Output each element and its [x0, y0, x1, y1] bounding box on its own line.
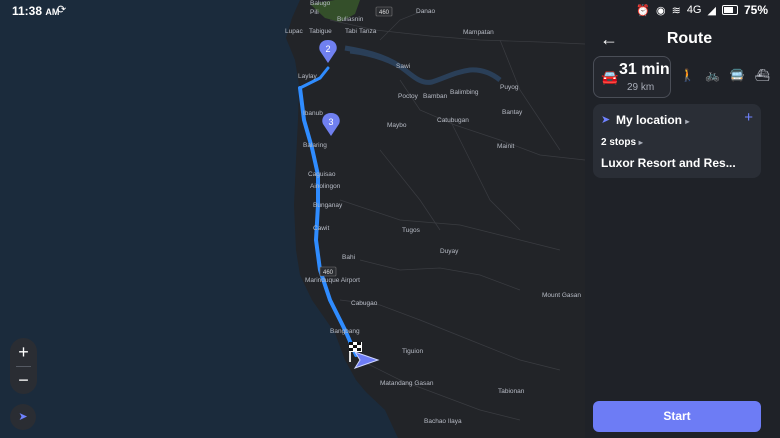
zoom-out-button[interactable]: − [10, 368, 37, 392]
battery-percent: 75% [743, 3, 768, 17]
map-place-label: Bamban [423, 93, 448, 100]
waypoint-2-label: 2 [325, 44, 330, 54]
network-type: 4G [686, 4, 702, 16]
route-panel: ← Route 🚘 31 min 29 km 🚶 🚲 🚍 ⛴ ➤ My loca… [585, 0, 780, 438]
map-place-label: Ainolingon [310, 183, 341, 190]
battery-icon [721, 5, 738, 15]
walk-icon[interactable]: 🚶 [680, 68, 695, 82]
map-place-label: Balaring [303, 142, 327, 149]
status-time: 11:38 AM [12, 4, 60, 18]
origin-field[interactable]: My location ▸ [616, 113, 689, 127]
zoom-control: + − [10, 338, 37, 394]
map-place-label: Mount Gasan [542, 292, 581, 299]
map-place-label: Catubugan [437, 117, 469, 124]
ferry-icon[interactable]: ⛴ [755, 68, 770, 82]
map-place-label: Mainit [497, 143, 515, 150]
map-place-label: Bachao Ilaya [424, 418, 462, 425]
map-place-label: Caguisao [308, 171, 336, 178]
map-place-label: Matandang Gasan [380, 380, 434, 387]
map-place-label: Tugos [402, 227, 421, 234]
page-title: Route [666, 30, 713, 47]
map-place-label: Tanza [359, 28, 377, 35]
alarm-icon: ⏰ [636, 4, 650, 17]
caret-icon: ▸ [638, 138, 643, 147]
location-arrow-icon: ➤ [601, 114, 611, 126]
map-place-label: Cawit [313, 225, 329, 232]
map-place-label: Sawi [396, 63, 410, 70]
signal-icon: ◢ [707, 4, 716, 17]
map-place-label: Tiguion [402, 348, 423, 355]
zoom-in-button[interactable]: + [10, 340, 37, 364]
stops-toggle[interactable]: 2 stops ▸ [601, 137, 643, 148]
map-place-label: Ibanub [303, 110, 323, 117]
map-place-label: Tabionan [498, 388, 525, 395]
location-icon: ◉ [655, 4, 666, 17]
eta-distance: 29 km [627, 82, 655, 93]
mode-car-button[interactable]: 🚘 31 min 29 km [593, 56, 671, 98]
locate-arrow-icon: ➤ [18, 411, 28, 423]
map-place-label: Bunganay [313, 202, 343, 209]
eta-time: 31 min [619, 61, 670, 78]
map-place-label: Bantay [502, 109, 523, 116]
map-place-label: Duyay [440, 248, 459, 255]
map-place-label: Tabigue [309, 28, 332, 35]
sync-icon: ⟳ [57, 4, 67, 16]
bike-icon[interactable]: 🚲 [705, 68, 720, 82]
map-place-label: Laylay [298, 73, 318, 80]
map-place-label: Puyog [500, 84, 519, 91]
map-place-label: Mampatan [463, 29, 494, 36]
wifi-icon: ≋ [671, 4, 681, 17]
stops-card: ➤ My location ▸ + 2 stops ▸ Luxor Resort… [593, 104, 761, 178]
road-shield-460-south: 460 [319, 266, 337, 277]
map-place-label: Tabi [345, 28, 357, 35]
add-stop-button[interactable]: + [744, 109, 753, 126]
map-place-label: Lupac [285, 28, 303, 35]
transit-icon[interactable]: 🚍 [730, 68, 745, 82]
transport-modes: 🚶 🚲 🚍 ⛴ [680, 68, 770, 82]
start-button[interactable]: Start [593, 401, 761, 432]
destination-field[interactable]: Luxor Resort and Res... [601, 156, 756, 170]
zoom-divider [16, 366, 31, 367]
caret-icon: ▸ [685, 117, 690, 126]
car-icon: 🚘 [601, 69, 619, 85]
svg-text:460: 460 [323, 270, 334, 276]
map-place-label: Maybo [387, 122, 407, 129]
status-bar: 11:38 AM ⟳ ⏰ ◉ ≋ 4G ◢ 75% [0, 0, 780, 22]
map-place-label: Bahi [342, 254, 355, 261]
map-place-label: Balimbing [450, 89, 479, 96]
waypoint-3-label: 3 [328, 117, 333, 127]
map-place-label: Bangbang [330, 328, 360, 335]
my-location-button[interactable]: ➤ [10, 404, 36, 430]
status-icons: ⏰ ◉ ≋ 4G ◢ 75% [636, 3, 768, 17]
map-place-label: Poctoy [398, 93, 419, 100]
map-place-label: Marinduque Airport [305, 277, 360, 284]
map-place-label: Cabugao [351, 300, 378, 307]
